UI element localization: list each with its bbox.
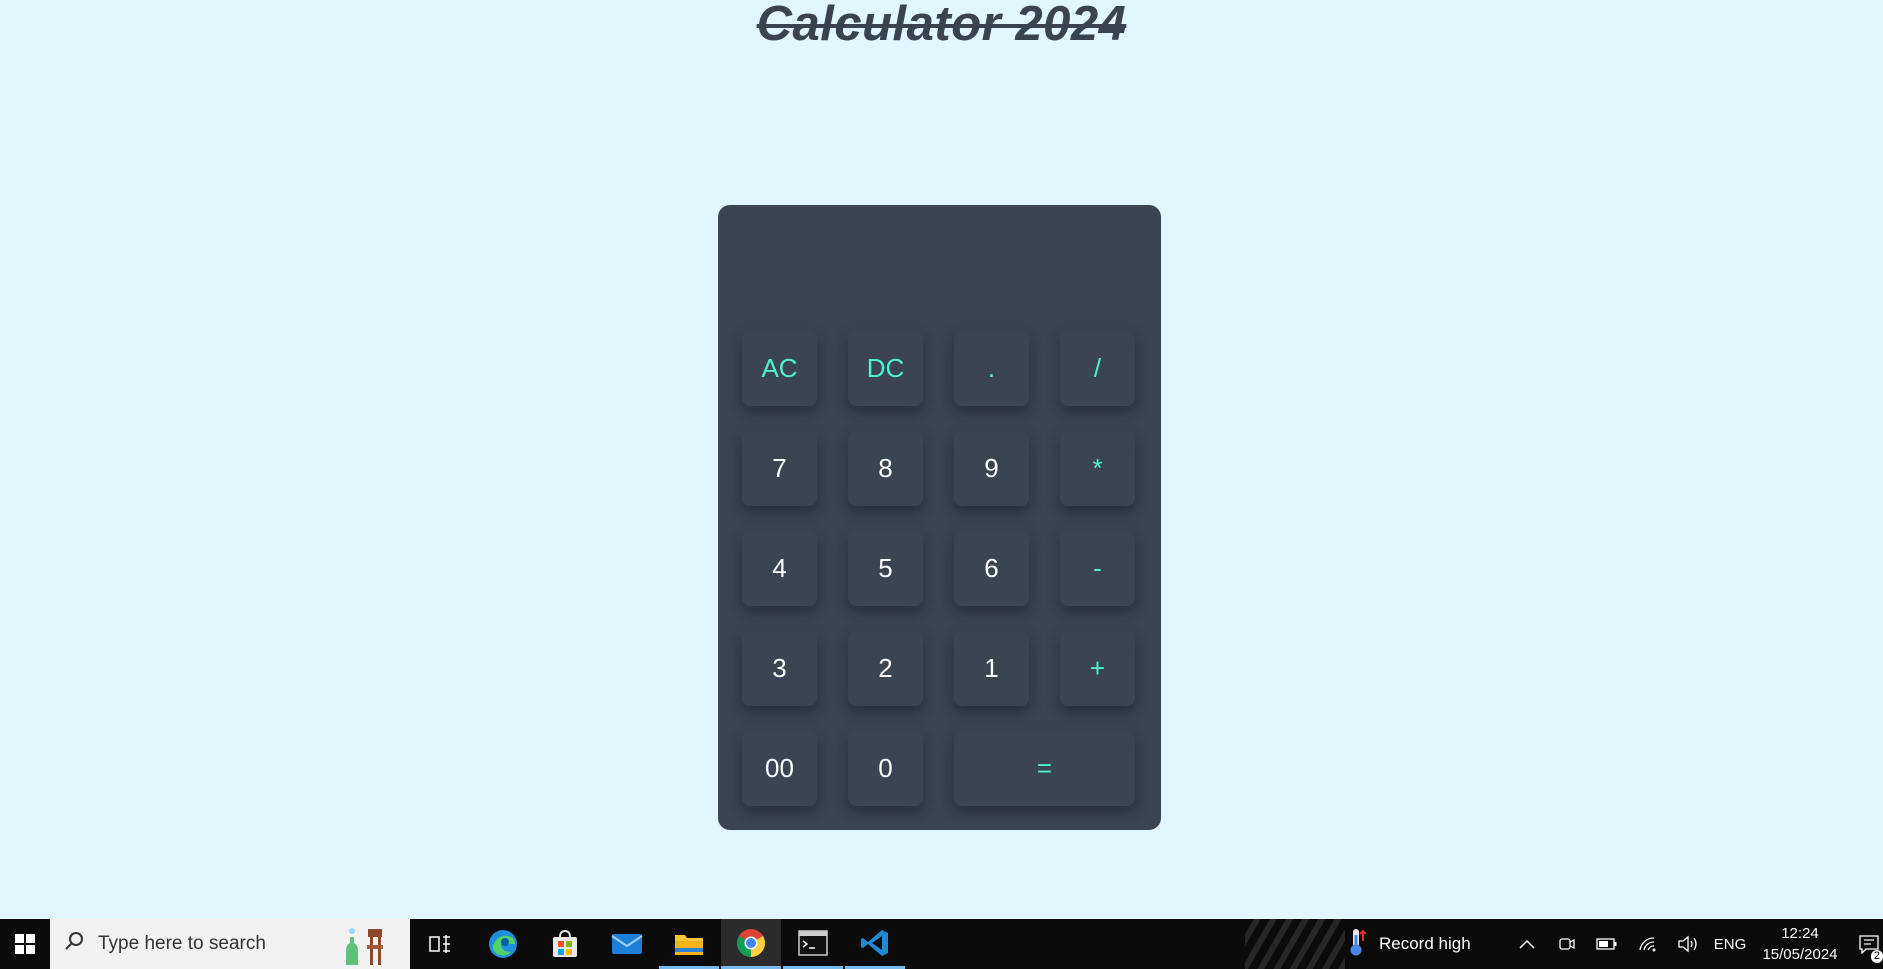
language-indicator[interactable]: ENG (1710, 919, 1750, 969)
digit-2-button[interactable]: 2 (848, 631, 923, 706)
mail-icon[interactable] (597, 919, 657, 969)
notification-count-badge: 2 (1870, 950, 1883, 963)
search-icon (64, 931, 84, 957)
taskbar-search-box[interactable]: Type here to search (50, 919, 410, 969)
decimal-button[interactable]: . (954, 331, 1029, 406)
file-explorer-icon[interactable] (659, 919, 719, 969)
digit-0-button[interactable]: 0 (848, 731, 923, 806)
edge-icon[interactable] (473, 919, 533, 969)
digit-8-button[interactable]: 8 (848, 431, 923, 506)
page: Calculator 2024 AC DC . / 7 8 9 * 4 5 6 … (0, 0, 1883, 969)
chrome-icon[interactable] (721, 919, 781, 969)
terminal-icon[interactable] (783, 919, 843, 969)
weather-text: Record high (1379, 934, 1471, 953)
search-highlight-icon (338, 923, 390, 969)
clock-time: 12:24 (1781, 925, 1819, 942)
vscode-icon[interactable] (845, 919, 905, 969)
meet-now-icon[interactable] (1553, 919, 1581, 969)
volume-icon[interactable] (1673, 919, 1703, 969)
search-placeholder: Type here to search (98, 933, 266, 954)
digit-5-button[interactable]: 5 (848, 531, 923, 606)
chevron-up-icon[interactable] (1512, 919, 1542, 969)
plus-button[interactable]: + (1060, 631, 1135, 706)
wifi-icon[interactable] (1633, 919, 1663, 969)
clock-date: 15/05/2024 (1762, 946, 1838, 963)
digit-9-button[interactable]: 9 (954, 431, 1029, 506)
ac-button[interactable]: AC (742, 331, 817, 406)
weather-background-pattern (1245, 919, 1345, 969)
notification-icon[interactable]: 2 (1855, 919, 1883, 969)
digit-00-button[interactable]: 00 (742, 731, 817, 806)
weather-widget[interactable]: Record high (1345, 919, 1505, 969)
thermometer-icon (1345, 927, 1369, 962)
page-title: Calculator 2024 (756, 0, 1127, 51)
digit-3-button[interactable]: 3 (742, 631, 817, 706)
battery-icon[interactable] (1592, 919, 1622, 969)
task-view-icon[interactable] (410, 919, 470, 969)
digit-4-button[interactable]: 4 (742, 531, 817, 606)
store-icon[interactable] (535, 919, 595, 969)
multiply-button[interactable]: * (1060, 431, 1135, 506)
clock[interactable]: 12:24 15/05/2024 (1745, 923, 1855, 965)
digit-6-button[interactable]: 6 (954, 531, 1029, 606)
digit-7-button[interactable]: 7 (742, 431, 817, 506)
windows-start-icon[interactable] (0, 919, 50, 969)
calculator-display (742, 219, 1137, 319)
taskbar: Type here to search Record high ENG 12:2… (0, 919, 1883, 969)
divide-button[interactable]: / (1060, 331, 1135, 406)
minus-button[interactable]: - (1060, 531, 1135, 606)
calculator: AC DC . / 7 8 9 * 4 5 6 - 3 2 1 + 00 0 = (718, 205, 1161, 830)
dc-button[interactable]: DC (848, 331, 923, 406)
digit-1-button[interactable]: 1 (954, 631, 1029, 706)
equals-button[interactable]: = (954, 731, 1135, 806)
